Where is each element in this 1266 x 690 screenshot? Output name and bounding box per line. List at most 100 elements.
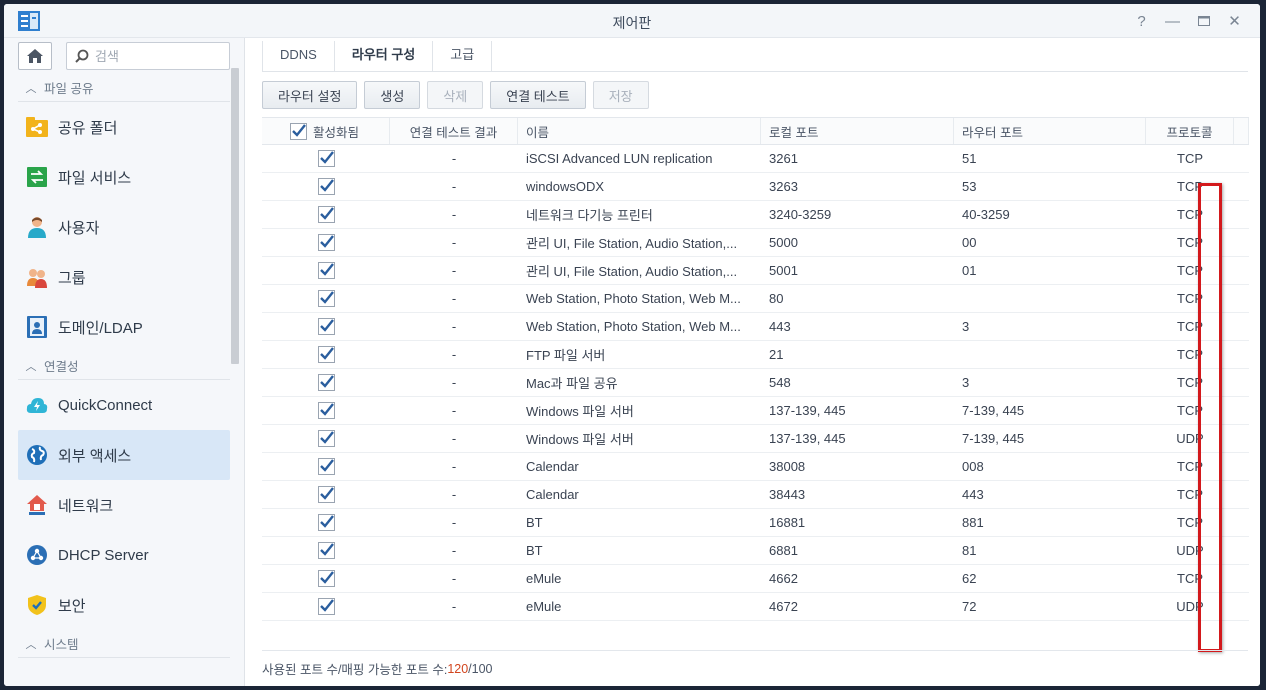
- header-protocol[interactable]: 프로토콜: [1146, 118, 1234, 144]
- table-row[interactable]: - Windows 파일 서버 137-139, 445 7-139, 445 UDP: [262, 425, 1249, 453]
- table-row[interactable]: - Calendar 38008 008 TCP: [262, 453, 1249, 481]
- row-spacer: [1234, 341, 1249, 368]
- sidebar-item-shared-folder[interactable]: 공유 폴더: [18, 102, 230, 152]
- search-field[interactable]: [66, 42, 230, 70]
- sidebar-item-external-access[interactable]: 외부 액세스: [18, 430, 230, 480]
- header-name[interactable]: 이름: [518, 118, 761, 144]
- search-input[interactable]: [93, 47, 213, 65]
- enabled-cell: [262, 313, 390, 340]
- section-file-sharing[interactable]: ︿ 파일 공유: [18, 74, 230, 102]
- router-port-cell: 008: [962, 459, 984, 474]
- header-router-port[interactable]: 라우터 포트: [954, 118, 1146, 144]
- enabled-cell: [262, 397, 390, 424]
- router-settings-button[interactable]: 라우터 설정: [262, 81, 358, 109]
- sidebar-item-user[interactable]: 사용자: [18, 202, 230, 252]
- table-row[interactable]: - eMule 4672 72 UDP: [262, 593, 1249, 621]
- enabled-checkbox[interactable]: [317, 234, 335, 251]
- table-row[interactable]: - Web Station, Photo Station, Web M... 80 T…: [262, 285, 1249, 313]
- test-result-cell: -: [451, 235, 457, 250]
- window-title: 제어판: [612, 15, 652, 31]
- enabled-checkbox[interactable]: [317, 206, 335, 223]
- enabled-checkbox[interactable]: [317, 178, 335, 195]
- enabled-checkbox[interactable]: [317, 262, 335, 279]
- section-system[interactable]: ︿ 시스템: [18, 630, 230, 658]
- sidebar-scrollbar[interactable]: [231, 68, 239, 364]
- table-row[interactable]: - BT 6881 81 UDP: [262, 537, 1249, 565]
- rule-name: Calendar: [526, 459, 579, 474]
- enabled-checkbox[interactable]: [317, 598, 335, 615]
- maximize-icon[interactable]: [1188, 10, 1219, 32]
- header-enabled[interactable]: 활성화됨: [262, 118, 390, 144]
- table-row[interactable]: - windowsODX 3263 53 TCP: [262, 173, 1249, 201]
- enabled-checkbox[interactable]: [317, 318, 335, 335]
- enabled-cell: [262, 509, 390, 536]
- section-connectivity[interactable]: ︿ 연결성: [18, 352, 230, 380]
- enabled-checkbox[interactable]: [317, 374, 335, 391]
- test-result-cell: -: [451, 515, 457, 530]
- enabled-checkbox[interactable]: [317, 486, 335, 503]
- name-cell: BT: [518, 537, 761, 564]
- sidebar-item-domain-ldap[interactable]: 도메인/LDAP: [18, 302, 230, 352]
- domain-icon: [26, 316, 48, 338]
- sidebar-item-file-services[interactable]: 파일 서비스: [18, 152, 230, 202]
- network-icon: [26, 494, 48, 516]
- enabled-checkbox[interactable]: [317, 150, 335, 167]
- shared-folder-icon: [26, 116, 48, 138]
- close-icon[interactable]: ✕: [1219, 10, 1250, 32]
- enabled-checkbox[interactable]: [317, 458, 335, 475]
- sidebar-item-quickconnect[interactable]: QuickConnect: [18, 380, 230, 430]
- connection-test-button[interactable]: 연결 테스트: [490, 81, 586, 109]
- sidebar-item-label: QuickConnect: [58, 396, 153, 414]
- local-port-cell: 4662: [769, 571, 798, 586]
- table-row[interactable]: - eMule 4662 62 TCP: [262, 565, 1249, 593]
- help-icon[interactable]: ?: [1126, 10, 1157, 32]
- red-highlight-box: [1198, 183, 1222, 652]
- enabled-checkbox[interactable]: [317, 430, 335, 447]
- table-row[interactable]: - 네트워크 다기능 프린터 3240-3259 40-3259 TCP: [262, 201, 1249, 229]
- table-row[interactable]: - iSCSI Advanced LUN replication 3261 51 TCP: [262, 145, 1249, 173]
- window-controls: ? — ✕: [1126, 10, 1250, 32]
- table-row[interactable]: - Web Station, Photo Station, Web M... 443…: [262, 313, 1249, 341]
- enabled-checkbox[interactable]: [317, 346, 335, 363]
- table-row[interactable]: - Mac과 파일 공유 548 3 TCP: [262, 369, 1249, 397]
- table-row[interactable]: - 관리 UI, File Station, Audio Station,... 5…: [262, 229, 1249, 257]
- sidebar-item-security[interactable]: 보안: [18, 580, 230, 630]
- name-cell: 관리 UI, File Station, Audio Station,...: [518, 229, 761, 256]
- tab-advanced[interactable]: 고급: [432, 41, 493, 71]
- header-local-port[interactable]: 로컬 포트: [761, 118, 954, 144]
- enabled-checkbox[interactable]: [317, 290, 335, 307]
- sidebar-item-dhcp-server[interactable]: DHCP Server: [18, 530, 230, 580]
- table-row[interactable]: - Windows 파일 서버 137-139, 445 7-139, 445 TCP: [262, 397, 1249, 425]
- table-row[interactable]: - FTP 파일 서버 21 TCP: [262, 341, 1249, 369]
- table-row[interactable]: - 관리 UI, File Station, Audio Station,... 5…: [262, 257, 1249, 285]
- select-all-checkbox[interactable]: [290, 122, 307, 140]
- table-row[interactable]: - BT 16881 881 TCP: [262, 509, 1249, 537]
- enabled-checkbox[interactable]: [317, 570, 335, 587]
- table-body: - iSCSI Advanced LUN replication 3261 51 TCP…: [262, 145, 1249, 621]
- used-port-count: 120: [447, 661, 469, 676]
- name-cell: 관리 UI, File Station, Audio Station,...: [518, 257, 761, 284]
- sidebar-item-group[interactable]: 그룹: [18, 252, 230, 302]
- sidebar-item-network[interactable]: 네트워크: [18, 480, 230, 530]
- delete-button[interactable]: 삭제: [427, 81, 484, 109]
- status-footer: 사용된 포트 수/매핑 가능한 포트 수: 120 / 100: [262, 650, 1248, 686]
- local-port-cell: 443: [769, 319, 791, 334]
- file-services-icon: [26, 166, 48, 188]
- table-row[interactable]: - Calendar 38443 443 TCP: [262, 481, 1249, 509]
- header-test-result[interactable]: 연결 테스트 결과: [390, 118, 518, 144]
- tab-router-config[interactable]: 라우터 구성: [333, 41, 432, 71]
- router-port-cell: 3: [962, 375, 970, 390]
- enabled-checkbox[interactable]: [317, 542, 335, 559]
- create-button[interactable]: 생성: [364, 81, 421, 109]
- enabled-checkbox[interactable]: [317, 402, 335, 419]
- row-spacer: [1234, 537, 1249, 564]
- home-button[interactable]: [18, 42, 52, 70]
- row-spacer: [1234, 481, 1249, 508]
- globe-icon: [26, 444, 48, 466]
- enabled-cell: [262, 257, 390, 284]
- save-button[interactable]: 저장: [592, 81, 649, 109]
- tab-ddns[interactable]: DDNS: [262, 41, 334, 71]
- minimize-icon[interactable]: —: [1157, 10, 1188, 32]
- enabled-checkbox[interactable]: [317, 514, 335, 531]
- chevron-up-icon: ︿: [25, 360, 37, 373]
